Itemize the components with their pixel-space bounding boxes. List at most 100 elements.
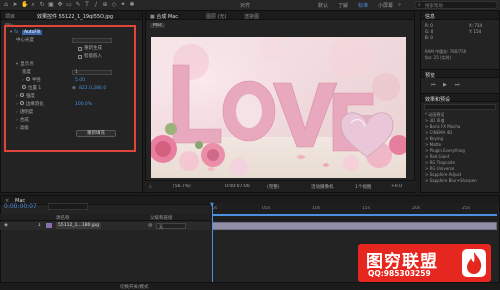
info-y: Y: 154 xyxy=(469,29,482,34)
view-count[interactable]: 1个视图 xyxy=(355,184,371,190)
timeline-layer-row[interactable]: ◉ 1 55112_1...1B0.jpg @ 无 xyxy=(0,222,210,230)
collapse-triangle-icon[interactable]: › xyxy=(16,117,18,124)
tab-composition[interactable]: ■ 合成 Mac xyxy=(150,13,178,20)
playhead-handle-icon[interactable]: ▼ xyxy=(210,202,214,208)
width-dropdown[interactable] xyxy=(72,70,112,75)
exposure-value[interactable]: +0.0 xyxy=(391,184,402,189)
refill-button[interactable]: 重新填充 xyxy=(76,130,116,137)
playhead[interactable] xyxy=(212,204,213,286)
viewer-tabbar: ■ 合成 Mac 图层 (无) 渲染图 xyxy=(146,11,414,20)
effects-search-input[interactable] xyxy=(424,104,496,110)
time-ruler[interactable] xyxy=(210,203,498,223)
workspace-small-screen[interactable]: 小屏幕 xyxy=(378,2,393,9)
stopwatch-icon[interactable] xyxy=(22,85,26,89)
watermark-logo: 图穷联盟 QQ:985303259 xyxy=(358,244,491,282)
rotate-tool-icon[interactable]: ↻ xyxy=(39,2,45,8)
play-icon[interactable]: ▶ xyxy=(443,82,447,88)
collapse-triangle-icon[interactable]: › xyxy=(16,125,18,132)
layer-color-label[interactable] xyxy=(46,223,52,228)
effect-preset-item[interactable]: > Red Giant xyxy=(425,154,449,159)
zoom-level[interactable]: (56.7%) xyxy=(173,184,191,189)
tab-project[interactable]: 项目 xyxy=(5,13,15,20)
collapse-triangle-icon[interactable]: › xyxy=(16,101,18,108)
timeline-search-input[interactable] xyxy=(48,203,88,210)
position-value[interactable]: 822.0,286.0 xyxy=(79,85,106,92)
magnifier-icon[interactable]: ⌕ xyxy=(149,184,152,190)
row-show-points[interactable]: ▾ 显示点 xyxy=(16,61,34,68)
col-parent[interactable]: 父级和链接 xyxy=(150,215,173,221)
ruler-label: 20s xyxy=(412,206,421,211)
effect-preset-item[interactable]: > Matte xyxy=(425,142,441,147)
lock-icon[interactable]: ■ xyxy=(150,14,155,20)
smart-embed-checkbox[interactable] xyxy=(78,55,82,59)
help-search-input[interactable]: ⌕ 搜索帮助 xyxy=(414,1,498,9)
clone-tool-icon[interactable]: ⊕ xyxy=(102,2,108,8)
row-composite: › 合成 xyxy=(16,117,29,124)
eraser-tool-icon[interactable]: ◇ xyxy=(111,2,117,8)
tab-footage[interactable]: 渲染图 xyxy=(244,13,259,20)
tab-preview[interactable]: 预览 xyxy=(425,72,435,79)
workspace-default[interactable]: 默认 xyxy=(318,2,328,9)
effect-preset-item[interactable]: > Sapphire Blur+Sharpen xyxy=(425,178,477,183)
workspace-overflow-icon[interactable]: » xyxy=(398,2,401,8)
effect-preset-item[interactable]: > RG Trapcode xyxy=(425,160,455,165)
home-icon[interactable]: ⌂ xyxy=(3,2,9,8)
last-frame-icon[interactable]: ⏭ xyxy=(455,82,460,88)
collapse-triangle-icon[interactable]: › xyxy=(22,77,24,84)
effect-preset-item[interactable]: > RG Universe xyxy=(425,166,454,171)
effect-preset-item[interactable]: > Keying xyxy=(425,136,443,141)
selection-tool-icon[interactable]: ➤ xyxy=(12,2,18,8)
collapse-triangle-icon[interactable]: › xyxy=(16,109,18,116)
layer-name[interactable]: 55112_1...1B0.jpg xyxy=(56,222,101,229)
parent-dropdown[interactable]: 无 xyxy=(156,223,186,229)
tab-layer[interactable]: 图层 (无) xyxy=(206,13,227,20)
pickwhip-icon[interactable]: @ xyxy=(148,223,153,228)
regenerate-checkbox[interactable] xyxy=(78,47,82,51)
center-dropdown[interactable] xyxy=(72,38,112,43)
tab-effect-controls[interactable]: 效果控件 55122_1_19qI55O.jpg xyxy=(37,13,137,20)
row-label: 半径 xyxy=(31,78,41,83)
resolution[interactable]: (完整) xyxy=(267,184,280,190)
stopwatch-icon[interactable] xyxy=(19,101,24,105)
brush-tool-icon[interactable]: / xyxy=(93,2,99,8)
effect-preset-item[interactable]: > Plugin Everything xyxy=(425,148,465,153)
layer-bar[interactable] xyxy=(212,222,497,230)
zoom-tool-icon[interactable]: ⌕ xyxy=(30,2,36,8)
first-frame-icon[interactable]: ⏮ xyxy=(431,82,436,88)
toggle-switches-modes[interactable]: 切换开关/模式 xyxy=(120,284,149,290)
collapse-triangle-icon[interactable]: ▾ xyxy=(10,29,12,36)
collapse-triangle-icon[interactable]: ▾ xyxy=(16,61,18,68)
timeline-timecode[interactable]: 0:00:00:07 xyxy=(4,203,37,210)
radius-value[interactable]: 5.00 xyxy=(75,77,85,84)
puppet-tool-icon[interactable]: ✱ xyxy=(129,2,135,8)
collapse-triangle-icon[interactable]: › xyxy=(16,93,18,100)
comp-chip[interactable]: Mac xyxy=(150,23,166,28)
camera-tool-icon[interactable]: ▣ xyxy=(48,2,54,8)
pen-tool-icon[interactable]: ✎ xyxy=(75,2,81,8)
stopwatch-icon[interactable] xyxy=(19,93,24,97)
edge-feather-value[interactable]: 100.0% xyxy=(75,101,92,108)
search-icon: ⌕ xyxy=(418,2,421,8)
effect-preset-item[interactable]: > Sapphire Adjust xyxy=(425,172,461,177)
tab-effects-presets[interactable]: 效果和预设 xyxy=(425,96,450,103)
crosshair-icon[interactable]: ⊕ xyxy=(72,86,76,91)
col-source-name[interactable]: 源名称 xyxy=(56,215,70,221)
roto-tool-icon[interactable]: ✦ xyxy=(120,2,126,8)
stopwatch-icon[interactable] xyxy=(25,77,30,81)
pan-behind-tool-icon[interactable]: ✥ xyxy=(57,2,63,8)
visibility-eye-icon[interactable]: ◉ xyxy=(4,223,8,228)
snap-label[interactable]: 对齐 xyxy=(240,2,250,9)
effect-preset-item[interactable]: > CINEMA 4D xyxy=(425,130,452,135)
text-tool-icon[interactable]: T xyxy=(84,2,90,8)
effect-header-row[interactable]: ▾ fx AutoFill xyxy=(10,29,43,36)
hand-tool-icon[interactable]: ✋ xyxy=(21,2,28,8)
workspace-standard[interactable]: 标准 xyxy=(358,2,368,9)
info-x: X: 734 xyxy=(469,23,482,28)
tab-info[interactable]: 信息 xyxy=(425,13,435,20)
active-camera[interactable]: 活动摄像机 xyxy=(311,184,334,190)
current-time[interactable]: 0:00:07:00 xyxy=(225,184,250,189)
mask-tool-icon[interactable]: ▭ xyxy=(66,2,72,8)
effect-preset-item[interactable]: > Boris FX Mocha xyxy=(425,124,460,129)
work-area-bar[interactable] xyxy=(212,214,497,216)
workspace-learn[interactable]: 了解 xyxy=(338,2,348,9)
